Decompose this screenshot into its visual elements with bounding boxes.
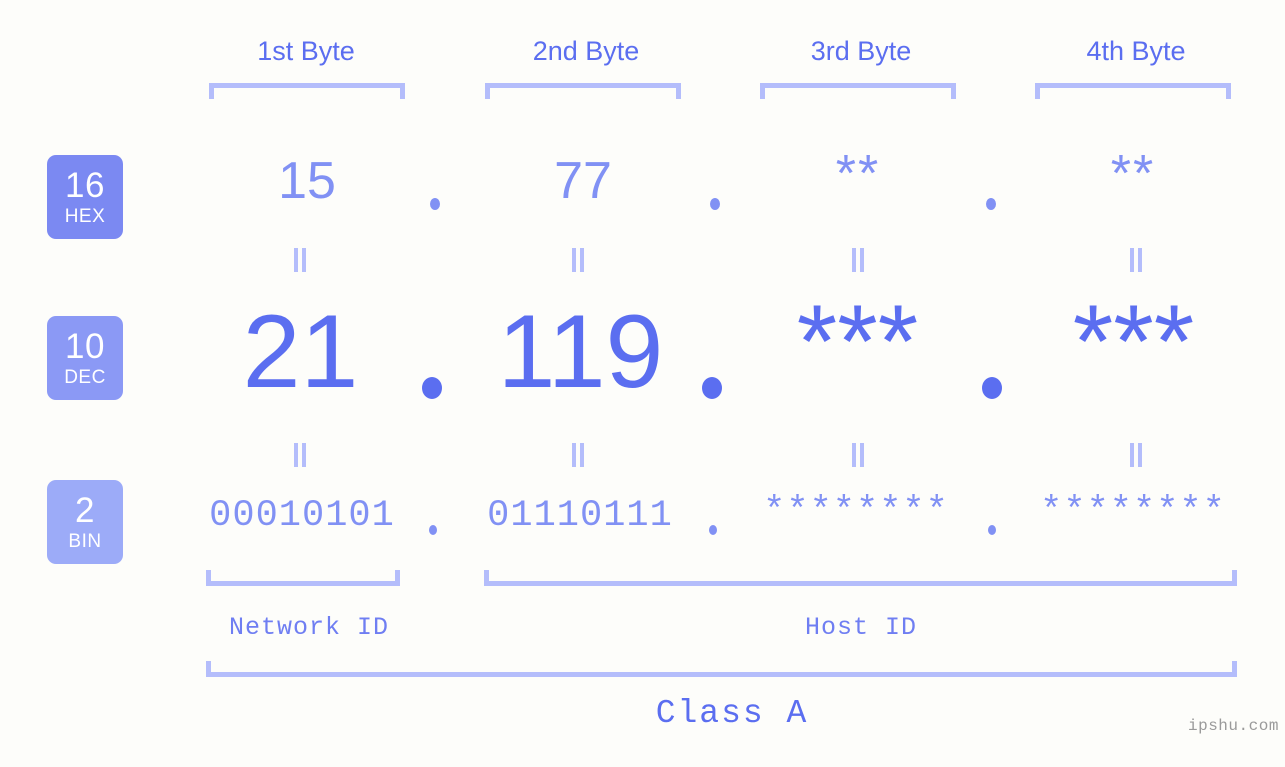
equals-mark-dec-bin-2 — [572, 443, 585, 467]
dec-byte-4-value: *** — [1072, 284, 1195, 400]
network-id-bracket — [206, 570, 400, 586]
dec-separator-dot-1 — [422, 377, 442, 399]
equals-mark-hex-dec-4 — [1130, 248, 1143, 272]
dec-byte-3-value: *** — [796, 284, 919, 400]
radix-badge-bin-number: 2 — [75, 491, 95, 530]
byte-header-1: 1st Byte — [257, 36, 355, 66]
bin-separator-dot-3 — [988, 525, 996, 535]
bin-separator-dot-1 — [429, 525, 437, 535]
radix-badge-hex: 16 HEX — [47, 155, 123, 239]
byte-header-4: 4th Byte — [1086, 36, 1186, 66]
hex-byte-1-value: 15 — [278, 152, 336, 210]
byte-bracket-2 — [485, 83, 681, 99]
dec-separator-dot-2 — [702, 377, 722, 399]
host-id-bracket — [484, 570, 1237, 586]
radix-badge-hex-system: HEX — [64, 206, 106, 227]
site-watermark: ipshu.com — [1188, 717, 1279, 735]
radix-badge-hex-number: 16 — [65, 166, 105, 205]
class-bracket — [206, 661, 1237, 677]
equals-mark-dec-bin-3 — [852, 443, 865, 467]
bin-byte-1-value: 00010101 — [209, 495, 395, 537]
radix-badge-dec-number: 10 — [65, 327, 105, 366]
host-id-label: Host ID — [804, 613, 918, 642]
byte-header-2: 2nd Byte — [532, 36, 640, 66]
hex-separator-dot-3 — [986, 198, 996, 210]
bin-byte-4-value: ******** — [1040, 491, 1226, 533]
hex-separator-dot-2 — [710, 198, 720, 210]
byte-bracket-3 — [760, 83, 956, 99]
equals-mark-hex-dec-3 — [852, 248, 865, 272]
bin-byte-2-value: 01110111 — [487, 495, 673, 537]
equals-mark-hex-dec-2 — [572, 248, 585, 272]
bin-byte-3-value: ******** — [763, 491, 949, 533]
equals-mark-dec-bin-4 — [1130, 443, 1143, 467]
hex-byte-4-value: ** — [1110, 145, 1156, 203]
equals-mark-hex-dec-1 — [294, 248, 307, 272]
radix-badge-bin-system: BIN — [68, 531, 102, 552]
network-id-label: Network ID — [228, 613, 390, 642]
hex-separator-dot-1 — [430, 198, 440, 210]
dec-byte-2-value: 119 — [497, 294, 664, 410]
byte-bracket-1 — [209, 83, 405, 99]
radix-badge-dec: 10 DEC — [47, 316, 123, 400]
dec-separator-dot-3 — [982, 377, 1002, 399]
byte-bracket-4 — [1035, 83, 1231, 99]
bin-separator-dot-2 — [709, 525, 717, 535]
dec-byte-1-value: 21 — [242, 294, 359, 410]
hex-byte-3-value: ** — [835, 145, 881, 203]
byte-header-3: 3rd Byte — [810, 36, 912, 66]
ip-address-breakdown-diagram: 1st Byte 2nd Byte 3rd Byte 4th Byte 16 H… — [0, 0, 1285, 767]
hex-byte-2-value: 77 — [554, 152, 612, 210]
class-label: Class A — [655, 695, 809, 732]
radix-badge-bin: 2 BIN — [47, 480, 123, 564]
equals-mark-dec-bin-1 — [294, 443, 307, 467]
radix-badge-dec-system: DEC — [64, 367, 106, 388]
